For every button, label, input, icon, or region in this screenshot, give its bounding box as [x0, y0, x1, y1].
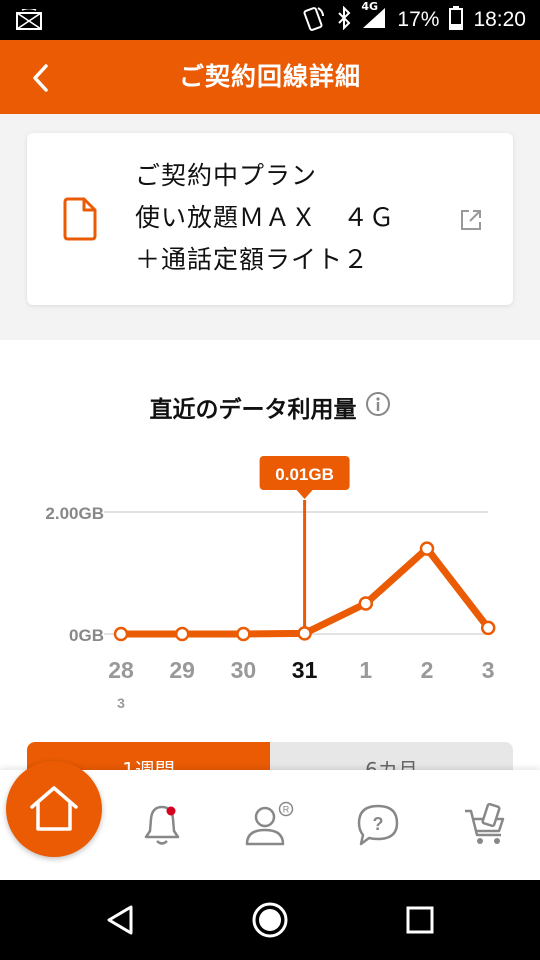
nfc-icon — [301, 5, 327, 36]
data-point — [480, 620, 496, 636]
nav-notifications[interactable] — [116, 770, 208, 880]
clock: 18:20 — [473, 8, 526, 31]
plan-card[interactable]: ご契約中プラン 使い放題ＭＡＸ ４Ｇ ＋通話定額ライト２ — [27, 133, 513, 305]
data-point — [358, 596, 374, 611]
x-tick-label: 1 — [359, 657, 372, 683]
month-label: 3 — [117, 695, 125, 711]
plan-heading: ご契約中プラン — [135, 161, 318, 190]
system-recents-button[interactable] — [380, 880, 460, 960]
data-point — [419, 541, 435, 556]
tooltip-label: 0.01GB — [275, 465, 334, 484]
svg-text:R: R — [283, 805, 290, 815]
tooltip-pointer — [296, 490, 313, 499]
system-back-button[interactable] — [80, 880, 160, 960]
circle-home-icon — [252, 902, 288, 938]
x-tick-label: 30 — [231, 657, 257, 683]
battery-icon — [449, 5, 464, 35]
x-tick-label: 3 — [482, 657, 495, 683]
bell-icon — [144, 805, 180, 845]
document-icon — [63, 197, 97, 245]
bluetooth-icon — [337, 5, 351, 35]
app-bar: ご契約回線詳細 — [0, 40, 540, 114]
question-icon: ? — [357, 804, 399, 846]
nav-shop[interactable] — [440, 770, 532, 880]
data-usage-section: 直近のデータ利用量 2.00GB 0GB 0.01GB 28 29 30 31 1 2 3 3 — [0, 340, 540, 780]
home-icon — [30, 786, 78, 831]
data-point — [236, 626, 251, 642]
x-tick-label: 2 — [421, 657, 434, 683]
y-tick-label: 0GB — [69, 626, 104, 645]
user-icon: R — [245, 801, 294, 846]
data-point — [113, 626, 129, 642]
data-usage-chart: 2.00GB 0GB 0.01GB 28 29 30 31 1 2 3 3 — [45, 456, 496, 711]
nav-home-button[interactable] — [6, 761, 102, 857]
x-tick-label: 29 — [169, 657, 195, 683]
battery-percent: 17% — [397, 8, 440, 31]
page-title: ご契約回線詳細 — [178, 62, 361, 91]
data-point — [174, 626, 190, 642]
square-recents-icon — [406, 906, 434, 934]
status-bar: 4G 17% 18:20 — [0, 0, 540, 40]
plan-name-line2: ＋通話定額ライト２ — [135, 245, 370, 274]
system-home-button[interactable] — [230, 880, 310, 960]
y-tick-label: 2.00GB — [45, 504, 104, 523]
cast-icon — [16, 7, 42, 35]
x-tick-label: 28 — [108, 657, 134, 683]
plan-name-line1: 使い放題ＭＡＸ ４Ｇ — [135, 203, 396, 232]
triangle-back-icon — [107, 905, 133, 935]
external-link-icon — [459, 208, 483, 236]
svg-text:?: ? — [373, 814, 384, 834]
x-tick-label: 31 — [292, 657, 318, 683]
nav-account[interactable]: R — [224, 770, 316, 880]
system-nav-bar — [0, 880, 540, 960]
nav-help[interactable]: ? — [332, 770, 424, 880]
cart-icon — [465, 803, 505, 844]
data-point — [297, 626, 312, 641]
signal-icon: 4G — [361, 0, 387, 35]
